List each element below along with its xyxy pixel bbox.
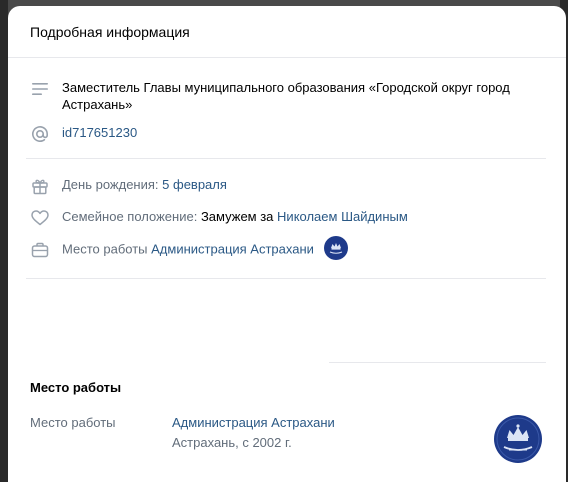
spouse-link[interactable]: Николаем Шайдиным xyxy=(277,209,408,224)
short-id-link[interactable]: id717651230 xyxy=(62,124,542,141)
divider xyxy=(26,278,546,279)
lines-icon xyxy=(30,79,50,99)
short-id-row: id717651230 xyxy=(30,124,542,144)
briefcase-icon xyxy=(30,240,50,260)
astrakhan-emblem-icon[interactable] xyxy=(494,415,542,463)
divider xyxy=(329,362,546,363)
career-details: Астрахань, с 2002 г. xyxy=(172,435,292,450)
career-organization-link[interactable]: Администрация Астрахани xyxy=(172,415,335,430)
gift-icon xyxy=(30,176,50,196)
family-label: Семейное положение: xyxy=(62,209,198,224)
work-label: Место работы xyxy=(62,241,148,257)
modal-title: Подробная информация xyxy=(30,23,190,40)
status-text: Заместитель Главы муниципального образов… xyxy=(62,80,510,112)
career-label: Место работы xyxy=(30,415,116,430)
details-modal: Подробная информация Заместитель Главы м… xyxy=(8,6,566,482)
at-sign-icon xyxy=(30,124,50,144)
birthday-label: День рождения: xyxy=(62,177,159,192)
birthday-link[interactable]: 5 февраля xyxy=(162,177,227,192)
family-text: Замужем за xyxy=(200,209,274,224)
status-row: Заместитель Главы муниципального образов… xyxy=(30,79,532,113)
work-link[interactable]: Администрация Астрахани xyxy=(151,241,314,256)
career-section-title: Место работы xyxy=(30,380,122,395)
modal-header: Подробная информация xyxy=(8,6,566,58)
heart-icon xyxy=(30,208,50,228)
divider xyxy=(26,158,546,159)
family-row: Семейное положение: Замужем за Николаем … xyxy=(30,208,542,228)
astrakhan-emblem-icon[interactable] xyxy=(323,236,348,260)
birthday-row: День рождения: 5 февраля xyxy=(30,176,542,196)
work-row: Место работы Администрация Астрахани xyxy=(30,236,542,260)
backdrop-left-edge xyxy=(0,0,8,482)
